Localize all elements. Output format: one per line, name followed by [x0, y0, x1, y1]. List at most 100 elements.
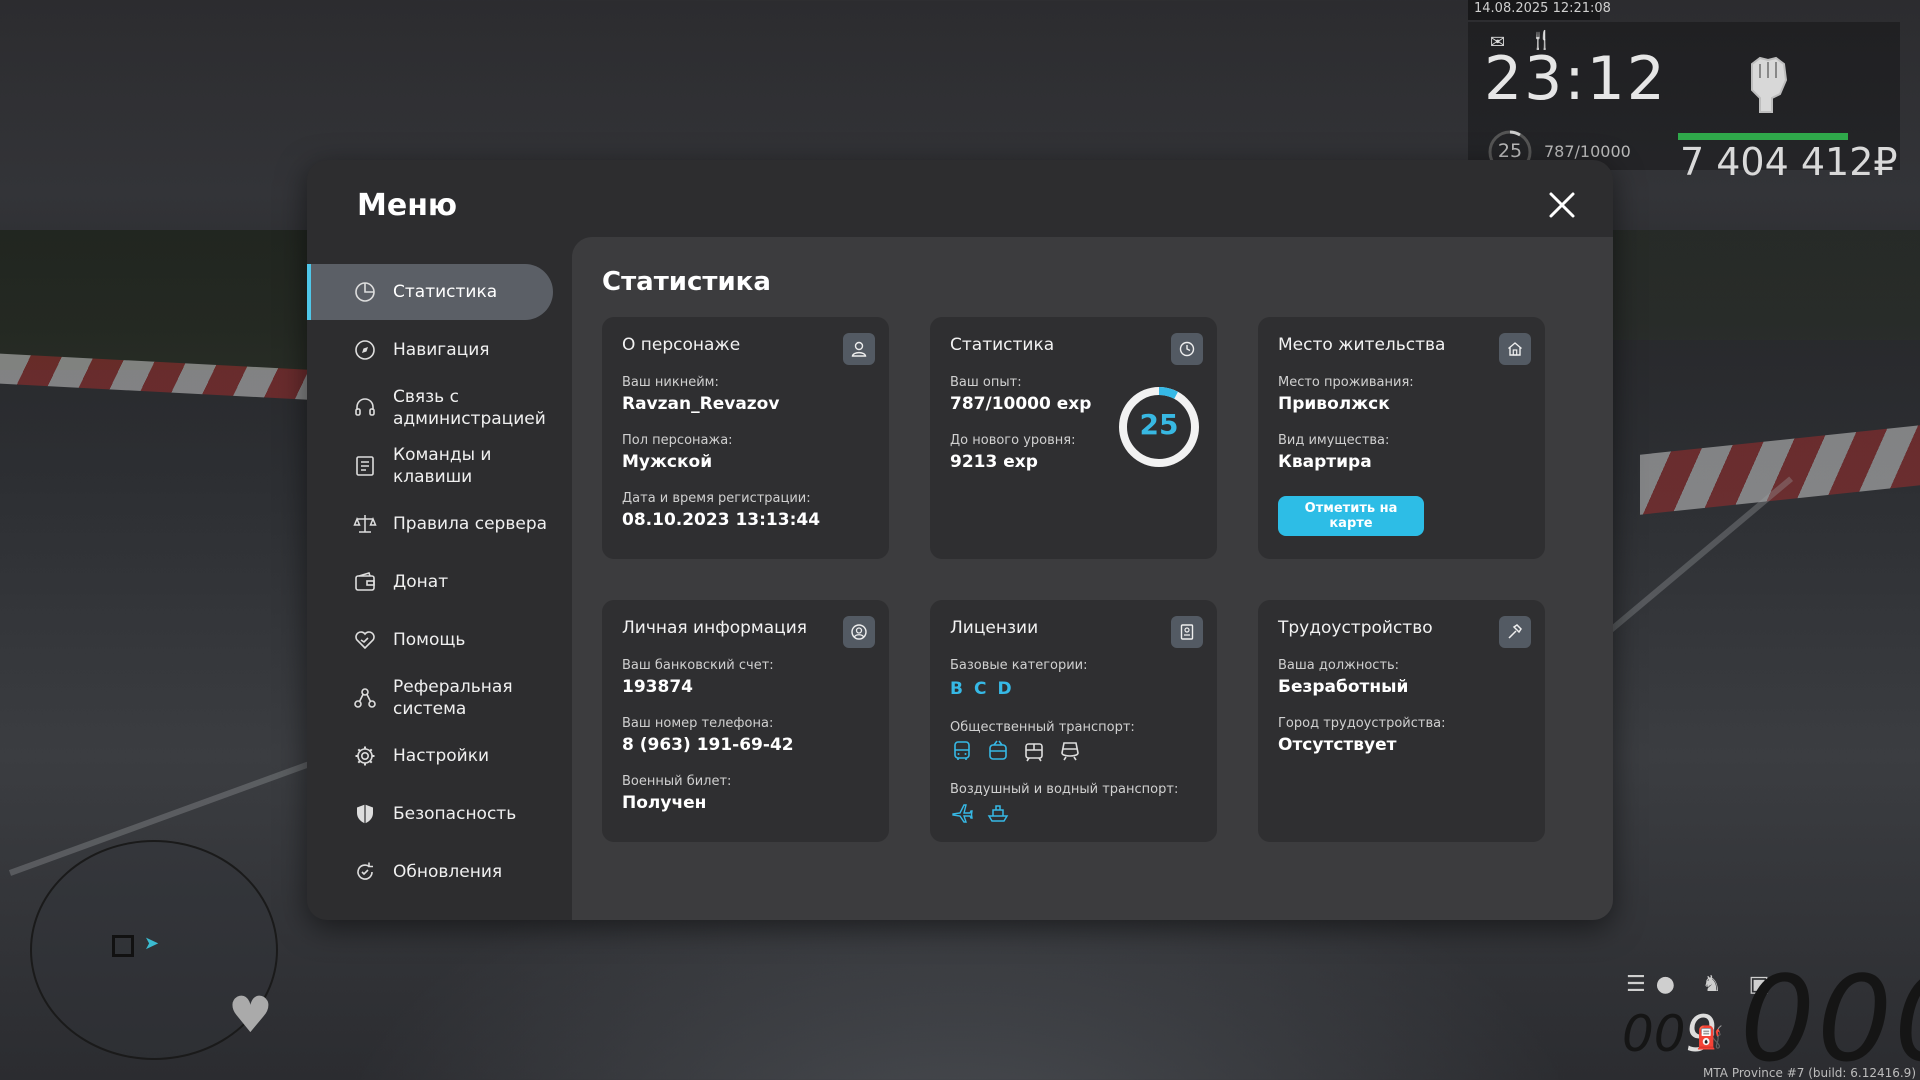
- place-label: Место проживания:: [1278, 375, 1414, 390]
- id-card-icon: [1180, 624, 1194, 640]
- sidebar-item-label: Настройки: [393, 746, 490, 766]
- sidebar-item-label: Правила сервера: [393, 514, 548, 534]
- job-city-label: Город трудоустройства:: [1278, 716, 1446, 731]
- mark-on-map-button[interactable]: Отметить на карте: [1278, 496, 1424, 536]
- gender-label: Пол персонажа:: [622, 433, 733, 448]
- sidebar-item-label: Обновления: [393, 862, 503, 882]
- position-label: Ваша должность:: [1278, 658, 1400, 673]
- sidebar-item-statistics[interactable]: Статистика: [307, 264, 553, 320]
- exp-value: 787/10000 exp: [950, 394, 1092, 414]
- sidebar-item-referral[interactable]: Реферальная система: [307, 670, 572, 726]
- home-icon: [1508, 342, 1522, 356]
- sidebar-item-label: Помощь: [393, 630, 466, 650]
- category-c: C: [973, 679, 990, 699]
- chart-pie-icon: [355, 282, 375, 302]
- sidebar-item-navigation[interactable]: Навигация: [307, 322, 572, 378]
- train-icon: [1061, 742, 1079, 761]
- property-type-label: Вид имущества:: [1278, 433, 1390, 448]
- speedometer: 000: [1740, 950, 1920, 1080]
- fuel-icon: ⛽: [1696, 1026, 1724, 1051]
- background-barrier: [1640, 425, 1920, 515]
- boat-icon: [987, 805, 1009, 822]
- scales-icon: [353, 515, 377, 533]
- card-title: О персонаже: [622, 335, 741, 355]
- fist-icon: [1751, 56, 1788, 113]
- trolleybus-icon: [989, 740, 1007, 760]
- content-panel: Статистика О персонаже Ваш никнейм: Ravz…: [572, 237, 1613, 920]
- sidebar-item-updates[interactable]: Обновления: [307, 844, 572, 900]
- registration-label: Дата и время регистрации:: [622, 491, 811, 506]
- sidebar-item-admin-contact[interactable]: Связь с администрацией: [307, 380, 572, 436]
- sidebar: Статистика Навигация Связь с администрац…: [307, 264, 572, 902]
- hud-time: 23:12: [1484, 44, 1667, 114]
- sidebar-item-help[interactable]: Помощь: [307, 612, 572, 668]
- next-level-label: До нового уровня:: [950, 433, 1076, 448]
- phone-value: 8 (963) 191-69-42: [622, 735, 794, 755]
- job-city-value: Отсутствует: [1278, 735, 1397, 755]
- nickname-label: Ваш никнейм:: [622, 375, 719, 390]
- sidebar-item-label: Навигация: [393, 340, 490, 360]
- health-bar: [1678, 133, 1848, 140]
- public-transport-label: Общественный транспорт:: [950, 720, 1135, 735]
- public-transport-icons: [950, 739, 1082, 763]
- heart-icon: ♥: [228, 986, 273, 1044]
- card-icon: [843, 333, 875, 365]
- sidebar-item-label: Реферальная система: [393, 677, 513, 719]
- base-categories-label: Базовые категории:: [950, 658, 1088, 673]
- sidebar-item-rules[interactable]: Правила сервера: [307, 496, 572, 552]
- registration-value: 08.10.2023 13:13:44: [622, 510, 821, 530]
- user-icon: [851, 341, 867, 357]
- sidebar-item-security[interactable]: Безопасность: [307, 786, 572, 842]
- player-arrow-icon: ➤: [144, 933, 160, 954]
- airplane-icon: [952, 804, 973, 823]
- card-title: Лицензии: [950, 618, 1039, 638]
- keyboard-list-icon: [356, 456, 374, 476]
- menu-window: Меню Статистика Навигация Связь с админи…: [307, 160, 1613, 920]
- military-label: Военный билет:: [622, 774, 732, 789]
- sidebar-item-label: Статистика: [393, 282, 498, 302]
- sidebar-item-label: Безопасность: [393, 804, 517, 824]
- gear-icon: [355, 746, 375, 766]
- hud-exp: 787/10000: [1544, 142, 1631, 161]
- stats-card: Статистика Ваш опыт: 787/10000 exp До но…: [930, 317, 1217, 559]
- exp-label: Ваш опыт:: [950, 375, 1022, 390]
- personal-info-card: Личная информация Ваш банковский счет: 1…: [602, 600, 889, 842]
- sidebar-item-commands[interactable]: Команды и клавиши: [307, 438, 572, 494]
- card-title: Статистика: [950, 335, 1055, 355]
- nickname-value: Ravzan_Revazov: [622, 394, 780, 414]
- hud-datetime: 14.08.2025 12:21:08: [1468, 0, 1611, 20]
- category-d: D: [997, 679, 1015, 699]
- card-icon: [1171, 616, 1203, 648]
- hud-level: 25: [1497, 140, 1523, 162]
- card-icon: [1171, 333, 1203, 365]
- wallet-icon: [355, 572, 375, 591]
- level-number: 25: [1139, 408, 1179, 441]
- phone-label: Ваш номер телефона:: [622, 716, 774, 731]
- card-title: Место жительства: [1278, 335, 1446, 355]
- map-marker-icon: [112, 935, 134, 957]
- tram-icon: [1025, 743, 1043, 762]
- character-card: О персонаже Ваш никнейм: Ravzan_Revazov …: [602, 317, 889, 559]
- sidebar-item-donate[interactable]: Донат: [307, 554, 572, 610]
- headset-icon: [355, 398, 375, 416]
- air-water-transport-label: Воздушный и водный транспорт:: [950, 782, 1179, 797]
- sidebar-item-label: Команды и клавиши: [393, 445, 492, 487]
- card-icon: [1499, 333, 1531, 365]
- close-icon[interactable]: [1547, 190, 1577, 220]
- shield-icon: [357, 804, 373, 824]
- gear-prefix: 00: [1622, 1005, 1686, 1063]
- card-title: Личная информация: [622, 618, 808, 638]
- sidebar-item-settings[interactable]: Настройки: [307, 728, 572, 784]
- build-info: MTA Province #7 (build: 6.12416.9): [1703, 1066, 1916, 1080]
- bank-value: 193874: [622, 677, 693, 697]
- bus-icon: [954, 741, 970, 760]
- menu-title: Меню: [357, 188, 458, 223]
- category-b: B: [950, 679, 966, 699]
- position-value: Безработный: [1278, 677, 1409, 697]
- card-icon: [843, 616, 875, 648]
- residence-card: Место жительства Место проживания: Приво…: [1258, 317, 1545, 559]
- gender-value: Мужской: [622, 452, 713, 472]
- hud-money: 7 404 412₽: [1680, 140, 1898, 184]
- employment-card: Трудоустройство Ваша должность: Безработ…: [1258, 600, 1545, 842]
- licenses-card: Лицензии Базовые категории: BCD Обществе…: [930, 600, 1217, 842]
